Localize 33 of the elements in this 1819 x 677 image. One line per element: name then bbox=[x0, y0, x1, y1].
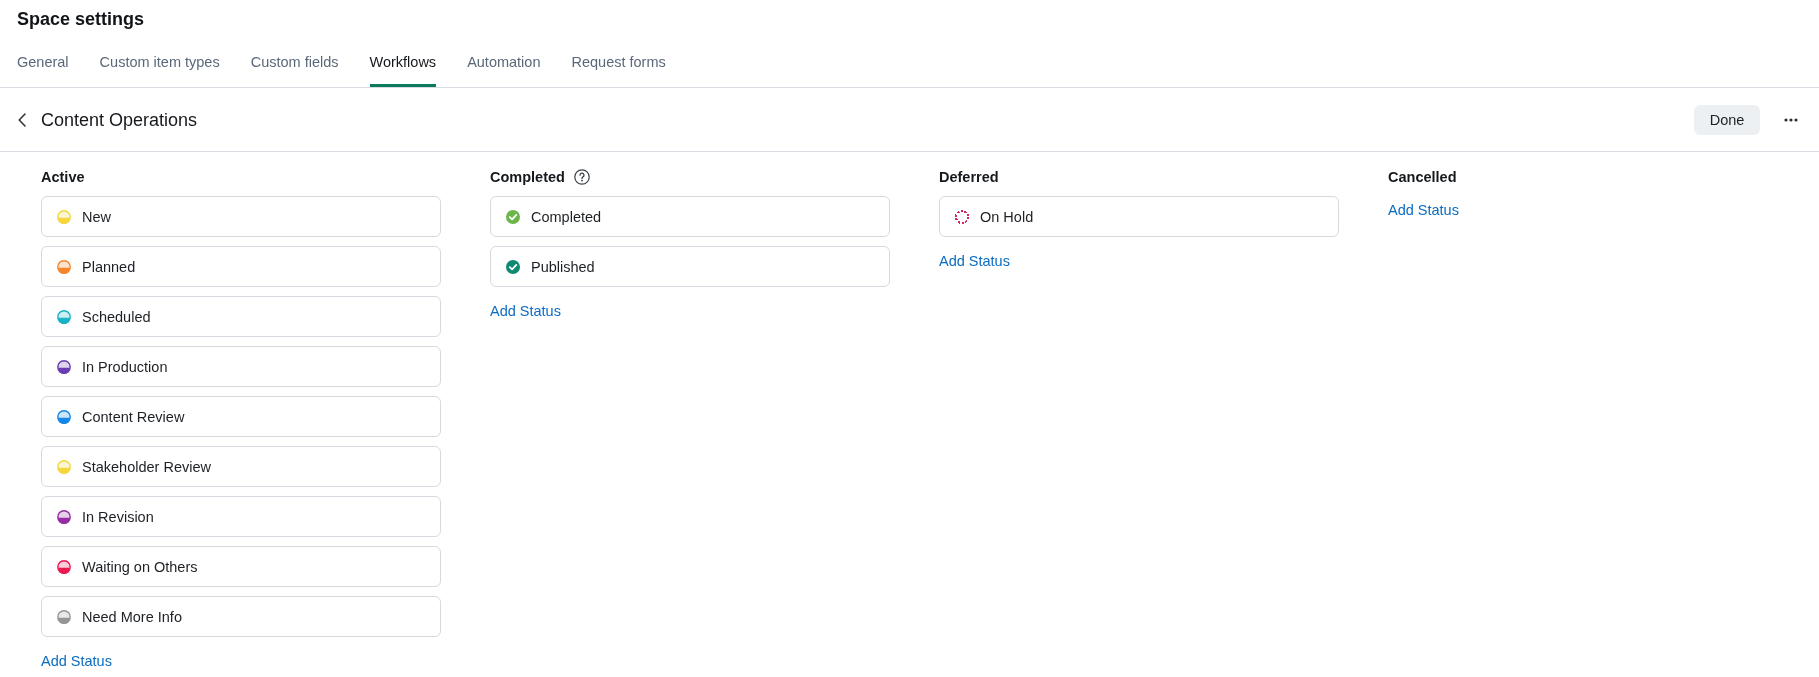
status-card[interactable]: Content Review bbox=[41, 396, 441, 437]
status-card[interactable]: On Hold bbox=[939, 196, 1339, 237]
status-card[interactable]: New bbox=[41, 196, 441, 237]
add-status-link[interactable]: Add Status bbox=[490, 302, 561, 320]
status-card[interactable]: Stakeholder Review bbox=[41, 446, 441, 487]
column-heading: Deferred bbox=[939, 168, 999, 186]
done-button[interactable]: Done bbox=[1694, 104, 1760, 135]
help-icon[interactable] bbox=[573, 169, 590, 185]
tab[interactable]: Request forms bbox=[571, 44, 666, 87]
add-status-link[interactable]: Add Status bbox=[41, 652, 112, 670]
tab[interactable]: General bbox=[17, 44, 69, 87]
tab[interactable]: Custom fields bbox=[250, 44, 339, 87]
back-button[interactable] bbox=[17, 111, 27, 128]
status-card[interactable]: Completed bbox=[490, 196, 890, 237]
tab[interactable]: Custom item types bbox=[99, 44, 220, 87]
add-status-link[interactable]: Add Status bbox=[1388, 201, 1459, 219]
status-card[interactable]: In Revision bbox=[41, 496, 441, 537]
chevron-left-icon bbox=[18, 112, 26, 127]
status-card[interactable]: In Production bbox=[41, 346, 441, 387]
tab[interactable]: Automation bbox=[467, 44, 541, 87]
more-icon bbox=[1784, 117, 1798, 122]
column-heading: Active bbox=[41, 168, 85, 186]
status-card[interactable]: Waiting on Others bbox=[41, 546, 441, 587]
column-heading: Completed bbox=[490, 168, 565, 186]
tab[interactable]: Workflows bbox=[369, 44, 437, 87]
status-card[interactable]: Published bbox=[490, 246, 890, 287]
status-card[interactable]: Planned bbox=[41, 246, 441, 287]
column-heading: Cancelled bbox=[1388, 168, 1457, 186]
workflow-title: Content Operations bbox=[41, 108, 198, 131]
page-title: Space settings bbox=[17, 8, 145, 30]
add-status-link[interactable]: Add Status bbox=[939, 252, 1010, 270]
status-card[interactable]: Scheduled bbox=[41, 296, 441, 337]
status-card[interactable]: Need More Info bbox=[41, 596, 441, 637]
